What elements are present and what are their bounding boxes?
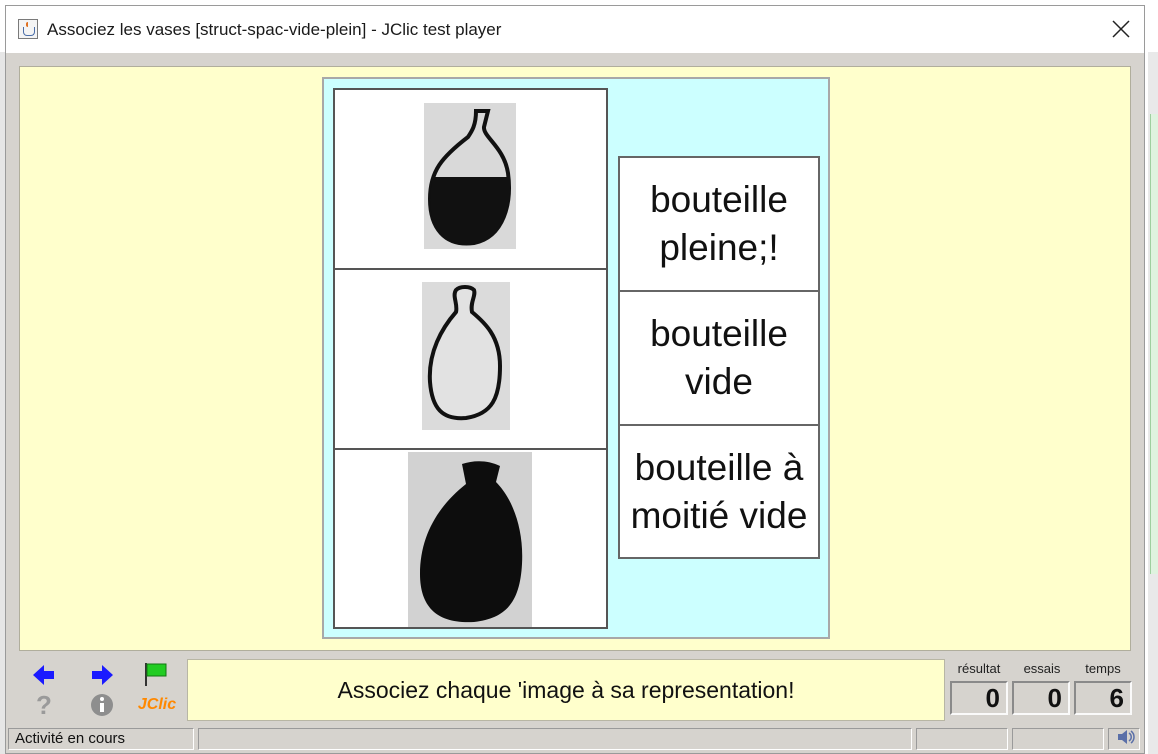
message-box: Associez chaque 'image à sa representati… [187, 659, 945, 721]
app-window: Associez les vases [struct-spac-vide-ple… [5, 5, 1145, 754]
jclic-about-button[interactable]: JClic [135, 691, 179, 719]
image-cell-half-full[interactable] [335, 90, 606, 270]
desktop-edge-right [1148, 52, 1158, 754]
status-bar: Activité en cours [6, 726, 1144, 753]
activity-board: bouteille pleine;! bouteille vide bouteill… [322, 77, 830, 639]
activity-panel: bouteille pleine;! bouteille vide bouteill… [19, 66, 1131, 651]
previous-activity-button[interactable] [29, 661, 59, 689]
label-line: bouteille à [634, 446, 804, 488]
label-line: vide [685, 361, 753, 402]
help-button[interactable]: ? [29, 689, 59, 720]
label-line: bouteille [650, 313, 788, 354]
label-line: moitié vide [630, 494, 808, 536]
score-counter: 0 [950, 681, 1008, 715]
tries-counter: 0 [1012, 681, 1070, 715]
java-app-icon [18, 19, 38, 39]
arrow-right-icon [92, 665, 113, 685]
next-activity-button[interactable] [87, 661, 117, 689]
window-title: Associez les vases [struct-spac-vide-ple… [47, 20, 502, 39]
speaker-icon [1118, 730, 1135, 744]
label-cell-full[interactable]: bouteille pleine;! [620, 158, 818, 292]
instruction-text: Associez chaque 'image à sa representati… [337, 676, 795, 703]
label-cell-empty[interactable]: bouteille vide [620, 292, 818, 426]
reset-button[interactable] [140, 660, 170, 688]
info-icon [91, 694, 113, 716]
close-icon [1112, 20, 1130, 38]
label-line: bouteille [650, 179, 788, 220]
label-line: pleine;! [659, 227, 779, 268]
time-counter: 6 [1074, 681, 1132, 715]
bottle-full-image [408, 452, 532, 627]
sound-toggle[interactable] [1108, 728, 1140, 750]
status-progress [198, 728, 912, 750]
arrow-left-icon [33, 665, 54, 685]
title-bar: Associez les vases [struct-spac-vide-ple… [6, 6, 1144, 53]
status-cell-3 [1012, 728, 1104, 750]
jclic-logo: JClic [137, 696, 177, 713]
control-bar: ? JClic Associez chaque 'image à sa repr… [19, 657, 1132, 721]
status-text: Activité en cours [8, 728, 194, 750]
bottle-empty-image [422, 282, 510, 430]
info-button[interactable] [87, 691, 117, 719]
label-grid: bouteille pleine;! bouteille vide bouteill… [618, 156, 820, 559]
flag-icon [145, 663, 167, 686]
time-label: temps [1085, 661, 1121, 676]
image-grid [333, 88, 608, 629]
close-button[interactable] [1098, 6, 1144, 53]
image-cell-empty[interactable] [335, 270, 606, 450]
bottle-half-full-image [424, 103, 516, 249]
label-cell-half[interactable]: bouteille à moitié vide [620, 426, 818, 557]
help-icon: ? [36, 689, 52, 720]
score-label: résultat [957, 661, 1001, 676]
status-cell-2 [916, 728, 1008, 750]
client-area: bouteille pleine;! bouteille vide bouteill… [6, 53, 1144, 753]
tries-label: essais [1023, 661, 1061, 676]
image-cell-full[interactable] [335, 450, 606, 627]
